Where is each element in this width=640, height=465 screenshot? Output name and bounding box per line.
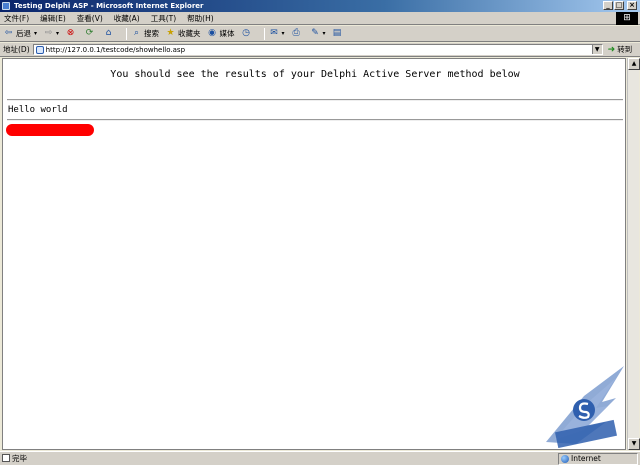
edit-button[interactable]: ✎ ▾ (310, 26, 326, 42)
vertical-scrollbar[interactable]: ▲ ▼ (627, 58, 640, 450)
close-button[interactable]: × (627, 1, 637, 10)
window-title: Testing Delphi ASP - Microsoft Internet … (14, 2, 204, 10)
page-content: You should see the results of your Delph… (2, 58, 626, 450)
maximize-button[interactable]: □ (614, 1, 624, 10)
search-button[interactable]: ⌕ 搜索 (131, 26, 159, 42)
horizontal-rule (7, 99, 623, 101)
menu-edit[interactable]: 编辑(E) (40, 12, 66, 25)
redaction-mark (6, 124, 94, 136)
favorites-button[interactable]: ★ 收藏夹 (165, 26, 201, 42)
status-text: 完毕 (12, 454, 27, 463)
status-bar: 完毕 Internet (0, 451, 640, 465)
menu-help[interactable]: 帮助(H) (187, 12, 214, 25)
stop-icon: ⊗ (66, 28, 75, 38)
menu-view[interactable]: 查看(V) (77, 12, 103, 25)
scroll-up-icon[interactable]: ▲ (628, 58, 640, 70)
internet-globe-icon (561, 454, 569, 463)
go-arrow-icon: ➜ (607, 44, 616, 55)
page-icon (35, 46, 44, 54)
print-button[interactable]: ⎙ (291, 28, 304, 39)
media-label: 媒体 (219, 28, 235, 38)
toolbar: ⇦ 后退 ▾ ⇨ ▾ ⊗ ⟳ ⌂ ⌕ 搜索 ★ 收藏夹 ◉ 媒体 ◷ ✉ ▾ ⎙… (0, 26, 640, 42)
edit-icon: ✎ (311, 28, 319, 38)
refresh-button[interactable]: ⟳ (84, 28, 97, 39)
address-url: http://127.0.0.1/testcode/showhello.asp (45, 45, 186, 54)
forward-dropdown-icon[interactable]: ▾ (56, 26, 59, 42)
minimize-button[interactable]: _ (603, 1, 613, 10)
home-button[interactable]: ⌂ (103, 28, 116, 39)
back-arrow-icon: ⇦ (4, 28, 13, 38)
scroll-down-icon[interactable]: ▼ (628, 438, 640, 450)
search-icon: ⌕ (134, 28, 140, 38)
favorites-star-icon: ★ (166, 28, 175, 38)
search-label: 搜索 (144, 28, 160, 38)
go-label: 转到 (617, 45, 633, 54)
address-input[interactable]: http://127.0.0.1/testcode/showhello.asp … (32, 44, 603, 55)
mail-icon: ✉ (270, 28, 278, 38)
toolbar-separator (263, 27, 265, 40)
menu-tools[interactable]: 工具(T) (151, 12, 176, 25)
page-heading: You should see the results of your Delph… (110, 69, 520, 80)
horizontal-rule (7, 119, 623, 121)
back-dropdown-icon[interactable]: ▾ (34, 26, 37, 42)
forward-button[interactable]: ⇨ ▾ (43, 26, 59, 42)
refresh-icon: ⟳ (85, 28, 94, 38)
edit-dropdown-icon[interactable]: ▾ (323, 26, 326, 42)
watermark-logo-icon (546, 366, 624, 448)
media-icon: ◉ (208, 28, 216, 38)
mail-button[interactable]: ✉ ▾ (269, 26, 285, 42)
address-label: 地址(D) (3, 45, 30, 54)
back-label: 后退 (16, 28, 31, 38)
menu-bar: 文件(F) 编辑(E) 查看(V) 收藏(A) 工具(T) 帮助(H) (0, 12, 640, 25)
status-text-area: 完毕 (0, 453, 558, 464)
zone-label: Internet (571, 454, 601, 463)
media-button[interactable]: ◉ 媒体 (207, 26, 235, 42)
print-icon: ⎙ (292, 28, 300, 38)
discuss-button[interactable]: ▤ (332, 28, 345, 39)
stop-button[interactable]: ⊗ (65, 28, 78, 39)
mail-dropdown-icon[interactable]: ▾ (282, 26, 285, 42)
back-button[interactable]: ⇦ 后退 ▾ (3, 26, 37, 42)
ie-app-icon (2, 2, 10, 10)
menu-favorites[interactable]: 收藏(A) (114, 12, 140, 25)
document-icon (2, 454, 10, 462)
toolbar-separator (126, 27, 128, 40)
menu-file[interactable]: 文件(F) (4, 12, 29, 25)
address-bar: 地址(D) http://127.0.0.1/testcode/showhell… (0, 43, 640, 57)
history-icon: ◷ (242, 28, 250, 38)
discuss-icon: ▤ (332, 28, 342, 38)
address-dropdown-icon[interactable]: ▼ (591, 45, 602, 54)
home-icon: ⌂ (105, 28, 112, 38)
security-zone[interactable]: Internet (558, 452, 638, 465)
go-button[interactable]: ➜ 转到 (608, 44, 633, 55)
windows-logo-icon: ⊞ (616, 12, 638, 25)
title-bar: Testing Delphi ASP - Microsoft Internet … (0, 0, 640, 12)
favorites-label: 收藏夹 (178, 28, 201, 38)
result-text: Hello world (8, 105, 68, 115)
history-button[interactable]: ◷ (241, 28, 254, 39)
forward-arrow-icon: ⇨ (44, 28, 53, 38)
